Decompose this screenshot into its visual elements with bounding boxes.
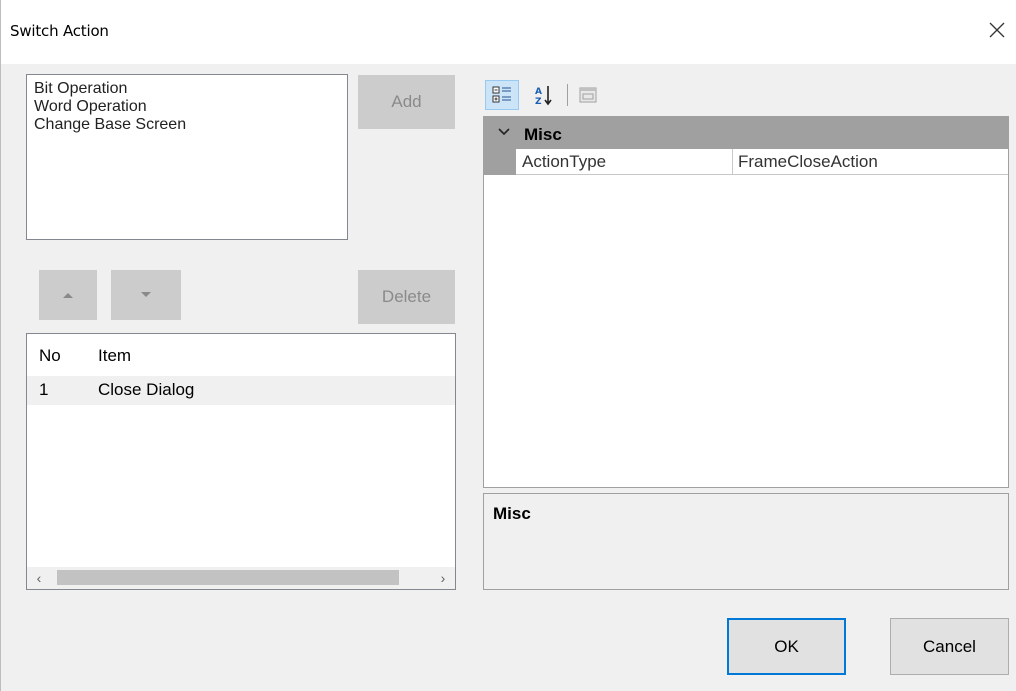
alphabetical-sort-icon: A Z xyxy=(535,86,552,106)
svg-text:A: A xyxy=(535,87,542,97)
move-up-icon xyxy=(63,293,73,298)
property-row-actiontype[interactable]: ActionType FrameCloseAction xyxy=(484,149,1008,175)
categorized-icon xyxy=(492,86,511,103)
move-down-icon xyxy=(141,292,151,297)
table-row[interactable]: 1 Close Dialog xyxy=(27,376,455,405)
scroll-left-icon[interactable]: ‹ xyxy=(29,568,49,588)
property-name: ActionType xyxy=(522,152,607,171)
toolbar-separator xyxy=(567,84,568,106)
property-divider[interactable] xyxy=(732,149,733,175)
action-type-list[interactable]: Bit Operation Word Operation Change Base… xyxy=(26,74,348,240)
ok-button[interactable]: OK xyxy=(727,618,846,675)
title-bar: Switch Action xyxy=(1,0,1016,64)
switch-action-dialog: Switch Action Bit Operation Word Operati… xyxy=(0,0,1016,691)
column-header-no[interactable]: No xyxy=(39,346,61,366)
move-up-button[interactable] xyxy=(39,270,97,320)
delete-button[interactable]: Delete xyxy=(358,270,455,324)
horizontal-scrollbar[interactable]: ‹ › xyxy=(27,567,455,589)
move-down-button[interactable] xyxy=(111,270,181,320)
action-items-listview[interactable]: No Item 1 Close Dialog ‹ › xyxy=(26,333,456,590)
property-pages-icon xyxy=(579,87,597,103)
categorized-button[interactable] xyxy=(485,80,519,110)
help-title: Misc xyxy=(493,504,531,523)
property-value[interactable]: FrameCloseAction xyxy=(738,152,878,172)
row-item: Close Dialog xyxy=(98,380,195,399)
scroll-right-icon[interactable]: › xyxy=(433,568,453,588)
action-option-word-operation[interactable]: Word Operation xyxy=(27,98,347,116)
add-button[interactable]: Add xyxy=(358,75,455,129)
close-icon xyxy=(989,22,1005,38)
dialog-title: Switch Action xyxy=(10,22,109,40)
property-grid[interactable]: Misc ActionType FrameCloseAction xyxy=(483,116,1009,488)
scrollbar-thumb[interactable] xyxy=(57,570,399,585)
property-pages-button[interactable] xyxy=(573,80,603,110)
action-option-bit-operation[interactable]: Bit Operation xyxy=(27,80,347,98)
cancel-button[interactable]: Cancel xyxy=(890,618,1009,675)
alphabetical-button[interactable]: A Z xyxy=(527,80,561,110)
action-option-change-base-screen[interactable]: Change Base Screen xyxy=(27,116,347,134)
row-no: 1 xyxy=(39,380,49,399)
svg-text:Z: Z xyxy=(535,97,542,106)
category-row-misc[interactable]: Misc xyxy=(484,117,1008,149)
property-gutter xyxy=(484,149,516,175)
chevron-down-icon[interactable] xyxy=(497,125,511,139)
close-button[interactable] xyxy=(977,10,1016,50)
category-label: Misc xyxy=(524,125,562,144)
property-help-pane: Misc xyxy=(483,493,1009,590)
listview-header: No Item xyxy=(27,342,455,370)
column-header-item[interactable]: Item xyxy=(98,346,131,366)
